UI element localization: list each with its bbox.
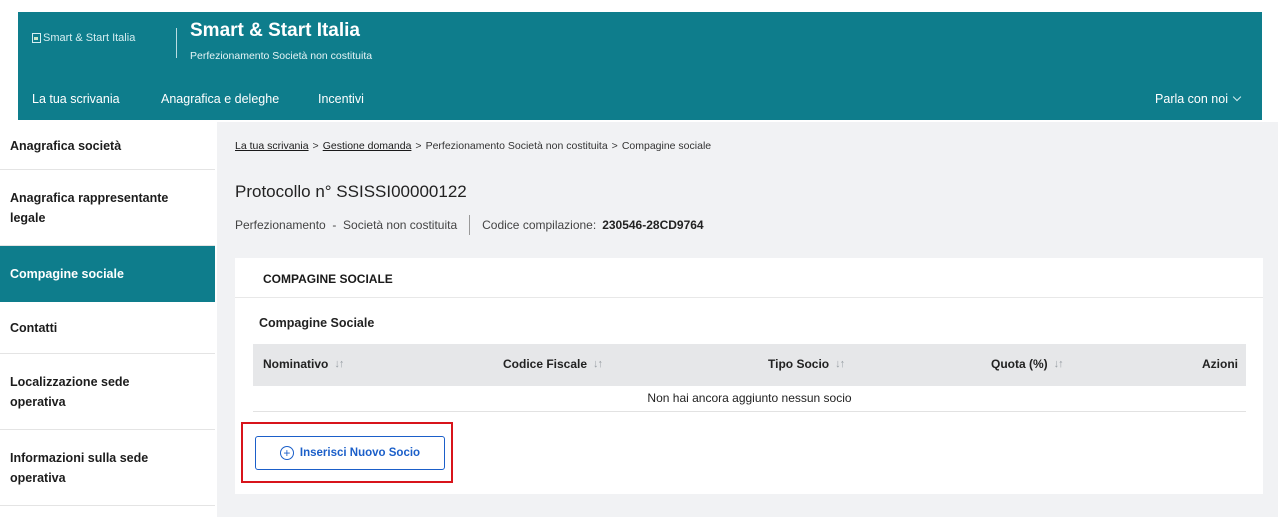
section-label: Compagine Sociale xyxy=(259,316,375,330)
sidebar-item-localizzazione-sede[interactable]: Localizzazione sede operativa xyxy=(0,354,215,430)
broken-image-icon xyxy=(32,33,41,43)
sort-icon[interactable]: ↓↑ xyxy=(1054,358,1064,370)
sidebar-item-label: Anagrafica rappresentante legale xyxy=(10,190,169,225)
column-header-tipo-socio[interactable]: Tipo Socio ↓↑ xyxy=(768,357,845,371)
sidebar-item-rappresentante-legale[interactable]: Anagrafica rappresentante legale xyxy=(0,170,215,246)
sidebar-item-label: Informazioni sulla sede operativa xyxy=(10,450,149,485)
breadcrumb-link-gestione-domanda[interactable]: Gestione domanda xyxy=(323,140,412,152)
column-header-label: Quota (%) xyxy=(991,357,1048,371)
column-header-quota[interactable]: Quota (%) ↓↑ xyxy=(991,357,1064,371)
soci-table: Nominativo ↓↑ Codice Fiscale ↓↑ Tipo Soc… xyxy=(253,344,1246,412)
breadcrumb-separator: > xyxy=(312,140,319,152)
empty-table-message: Non hai ancora aggiunto nessun socio xyxy=(647,391,852,405)
nav-item-scrivania[interactable]: La tua scrivania xyxy=(32,92,120,106)
contact-menu-label: Parla con noi xyxy=(1155,92,1228,106)
sidebar-item-compagine-sociale[interactable]: Compagine sociale xyxy=(0,246,215,302)
card-header: COMPAGINE SOCIALE xyxy=(235,258,1263,298)
breadcrumb-item-perfezionamento: Perfezionamento Società non costituita xyxy=(425,140,608,152)
sort-icon[interactable]: ↓↑ xyxy=(334,358,344,370)
plus-circle-icon: + xyxy=(279,446,294,460)
column-header-label: Azioni xyxy=(1202,357,1238,371)
logo[interactable]: Smart & Start Italia xyxy=(32,32,135,44)
code-label: Codice compilazione: xyxy=(482,218,597,232)
add-socio-button[interactable]: + Inserisci Nuovo Socio xyxy=(255,436,445,470)
sidebar-item-anagrafica-societa[interactable]: Anagrafica società xyxy=(0,122,215,170)
table-header: Nominativo ↓↑ Codice Fiscale ↓↑ Tipo Soc… xyxy=(253,344,1246,386)
app-title: Smart & Start Italia xyxy=(190,20,360,41)
breadcrumb: La tua scrivania > Gestione domanda > Perfez… xyxy=(235,140,711,152)
sidebar-item-contatti[interactable]: Contatti xyxy=(0,302,215,354)
chevron-down-icon xyxy=(1232,92,1242,102)
meta-divider xyxy=(469,215,471,235)
compagine-card: COMPAGINE SOCIALE Compagine Sociale Nomi… xyxy=(235,258,1263,494)
table-body: Non hai ancora aggiunto nessun socio xyxy=(253,386,1246,412)
app-subtitle: Perfezionamento Società non costituita xyxy=(190,50,373,62)
nav-item-incentivi[interactable]: Incentivi xyxy=(318,92,364,106)
sidebar-item-informazioni-sede[interactable]: Informazioni sulla sede operativa xyxy=(0,430,215,506)
breadcrumb-separator: > xyxy=(415,140,422,152)
column-header-label: Codice Fiscale xyxy=(503,357,588,371)
sidebar-item-label: Compagine sociale xyxy=(10,266,124,281)
column-header-label: Tipo Socio xyxy=(768,357,830,371)
logo-alt-text: Smart & Start Italia xyxy=(43,32,136,44)
column-header-nominativo[interactable]: Nominativo ↓↑ xyxy=(263,357,344,371)
add-socio-button-label: Inserisci Nuovo Socio xyxy=(299,447,421,459)
contact-menu[interactable]: Parla con noi xyxy=(1155,92,1242,106)
app-header: Smart & Start Italia Smart & Start Itali… xyxy=(18,12,1262,120)
sidebar-item-label: Contatti xyxy=(10,320,58,335)
sort-icon[interactable]: ↓↑ xyxy=(593,358,603,370)
sidebar-item-label: Anagrafica società xyxy=(10,138,122,153)
breadcrumb-item-current: Compagine sociale xyxy=(621,140,712,152)
sidebar: Anagrafica società Anagrafica rappresent… xyxy=(0,122,215,506)
nav-item-anagrafica-deleghe[interactable]: Anagrafica e deleghe xyxy=(161,92,279,106)
column-header-azioni: Azioni xyxy=(1202,357,1238,371)
card-title: COMPAGINE SOCIALE xyxy=(263,272,393,286)
sort-icon[interactable]: ↓↑ xyxy=(835,358,845,370)
breadcrumb-link-scrivania[interactable]: La tua scrivania xyxy=(235,140,309,152)
page-title: Protocollo n° SSISSI00000122 xyxy=(235,182,467,201)
breadcrumb-separator: > xyxy=(611,140,618,152)
brand-divider xyxy=(176,28,177,58)
protocol-meta: Perfezionamento - Società non costituita… xyxy=(235,215,704,235)
brand-row: Smart & Start Italia Smart & Start Itali… xyxy=(18,12,1262,82)
top-nav: La tua scrivania Anagrafica e deleghe In… xyxy=(18,82,1262,120)
column-header-label: Nominativo xyxy=(263,357,329,371)
protocol-type: Perfezionamento - Società non costituita xyxy=(235,218,458,232)
column-header-codice-fiscale[interactable]: Codice Fiscale ↓↑ xyxy=(503,357,603,371)
main-content: La tua scrivania > Gestione domanda > Perfez… xyxy=(217,122,1278,517)
sidebar-item-label: Localizzazione sede operativa xyxy=(10,374,130,409)
code-value: 230546-28CD9764 xyxy=(602,218,704,232)
